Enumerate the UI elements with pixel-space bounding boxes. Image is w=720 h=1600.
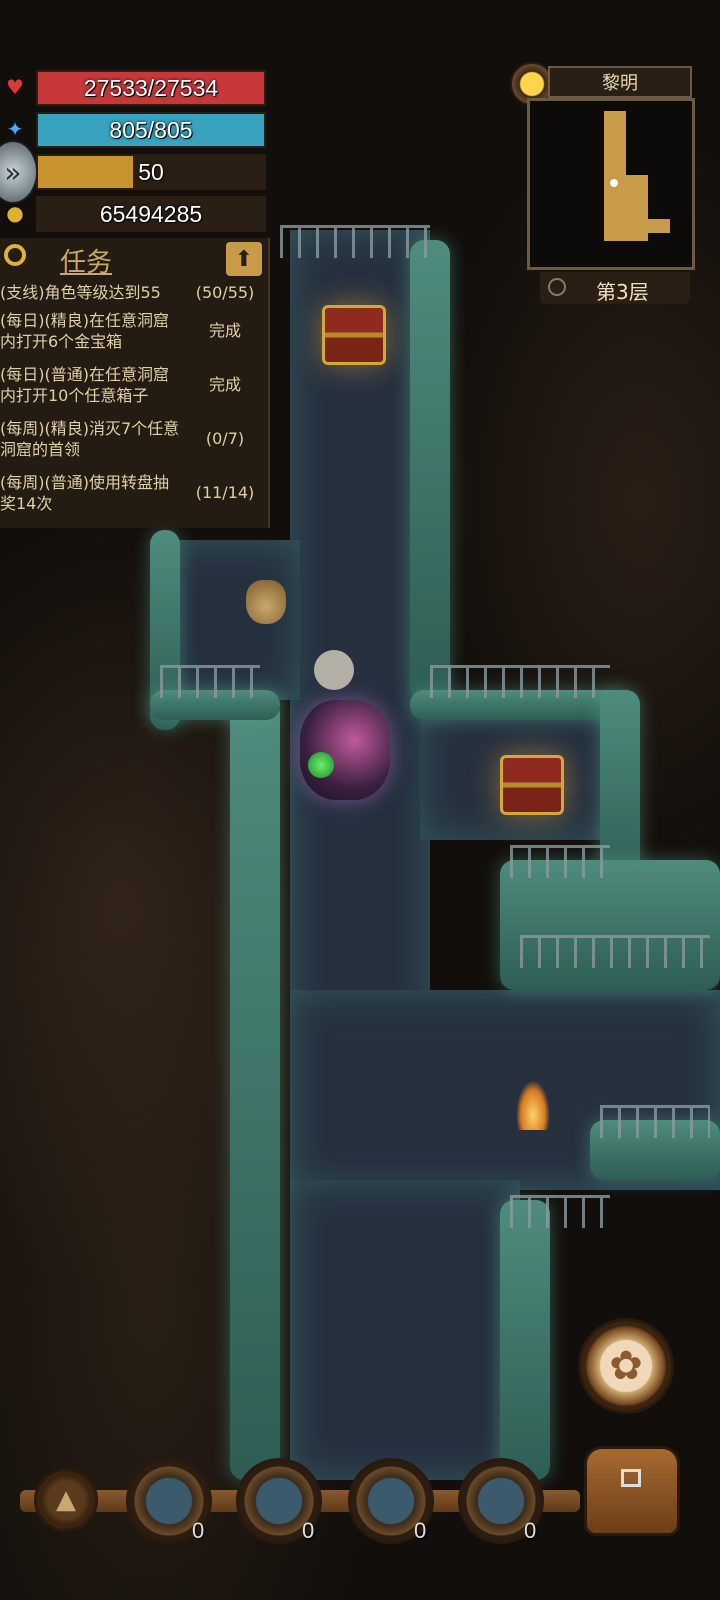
quest-text-line: 内打开10个任意箱子: [0, 386, 149, 405]
paw-button[interactable]: ✿: [578, 1318, 674, 1414]
dungeon-floor-bottom: [290, 1180, 520, 1480]
quickbar-toggle-button[interactable]: ▲: [34, 1468, 98, 1532]
item-count: 0: [524, 1518, 537, 1543]
clay-pot[interactable]: [246, 580, 286, 624]
backpack-buckle: [621, 1469, 641, 1487]
quest-status: 完成: [208, 321, 241, 340]
player-balloon: [314, 650, 354, 690]
quest-status: (50/55): [195, 283, 255, 302]
hedge-wall: [500, 860, 720, 990]
quest-text-line: (每周)(普通)使用转盘抽: [0, 473, 169, 492]
heart-icon: ♥: [6, 75, 24, 99]
hp-text: 27533/27534: [83, 74, 219, 101]
mp-text: 805/805: [109, 116, 193, 143]
magnifier-icon[interactable]: [4, 244, 26, 266]
item-count: 0: [192, 1518, 205, 1543]
iron-fence: [430, 665, 610, 698]
quest-status: 完成: [208, 375, 241, 394]
quest-status: (11/14): [195, 483, 255, 502]
hedge-wall: [500, 1200, 550, 1480]
floor-label-box: 第3层: [540, 272, 690, 304]
treasure-chest[interactable]: [322, 305, 386, 365]
player-character[interactable]: [300, 650, 400, 810]
hedge-wall: [230, 700, 280, 1480]
iron-fence: [520, 935, 710, 968]
item-count: 0: [414, 1518, 427, 1543]
treasure-chest[interactable]: [500, 755, 564, 815]
arrow-up-icon[interactable]: ⬆: [226, 242, 262, 276]
quest-panel[interactable]: 任务 ⬆ (支线)角色等级达到55 (50/55) (每日)(精良)在任意洞窟 内打开…: [0, 238, 270, 528]
paw-icon: ✿: [609, 1343, 643, 1389]
backpack-button[interactable]: [576, 1434, 688, 1544]
gold-text: 65494285: [99, 200, 203, 227]
quest-text: (每周)(普通)使用转盘抽 奖14次: [0, 472, 185, 514]
quest-text-line: (每周)(精良)消灭7个任意: [0, 419, 180, 438]
quest-text-line: (每日)(普通)在任意洞窟: [0, 365, 169, 384]
player-body: [300, 700, 390, 800]
green-orb: [308, 752, 334, 778]
quest-text-line: 内打开6个金宝箱: [0, 332, 123, 351]
iron-fence: [510, 1195, 610, 1228]
gold-coins-icon: ●: [6, 201, 24, 225]
floor-label: 第3层: [596, 280, 649, 304]
hedge-wall: [410, 240, 450, 700]
quest-text: (每日)(普通)在任意洞窟 内打开10个任意箱子: [0, 364, 185, 406]
quest-status: (0/7): [205, 429, 245, 448]
quest-title[interactable]: 任务: [60, 242, 112, 279]
iron-fence: [600, 1105, 710, 1138]
map-path: [604, 111, 626, 241]
map-path: [626, 219, 670, 233]
time-label: 黎明: [602, 73, 638, 94]
campfire: [516, 1080, 550, 1130]
time-label-box: 黎明: [548, 66, 692, 98]
gold-bar: 65494285: [36, 196, 266, 232]
quest-text: (每日)(精良)在任意洞窟 内打开6个金宝箱: [0, 310, 185, 352]
zoom-icon[interactable]: [548, 278, 566, 296]
quest-header: 任务 ⬆: [0, 238, 268, 278]
hp-bar: 27533/27534: [36, 70, 266, 106]
quest-text-line: (支线)角色等级达到55: [0, 283, 161, 302]
quest-text: (支线)角色等级达到55: [0, 282, 185, 303]
quest-text: (每周)(精良)消灭7个任意 洞窟的首领: [0, 418, 185, 460]
exp-text: 50: [138, 158, 164, 185]
player-marker: [610, 179, 618, 187]
item-count: 0: [302, 1518, 315, 1543]
mana-wand-icon: ✦: [6, 117, 24, 141]
iron-fence: [280, 225, 430, 258]
iron-fence: [510, 845, 610, 878]
quest-text-line: (每日)(精良)在任意洞窟: [0, 311, 169, 330]
iron-fence: [160, 665, 260, 698]
quest-text-line: 奖14次: [0, 494, 53, 513]
exp-bar: 50: [36, 154, 266, 190]
mp-bar: 805/805: [36, 112, 266, 148]
backpack-icon: [584, 1446, 680, 1536]
quest-text-line: 洞窟的首领: [0, 440, 81, 459]
minimap[interactable]: [527, 98, 695, 270]
